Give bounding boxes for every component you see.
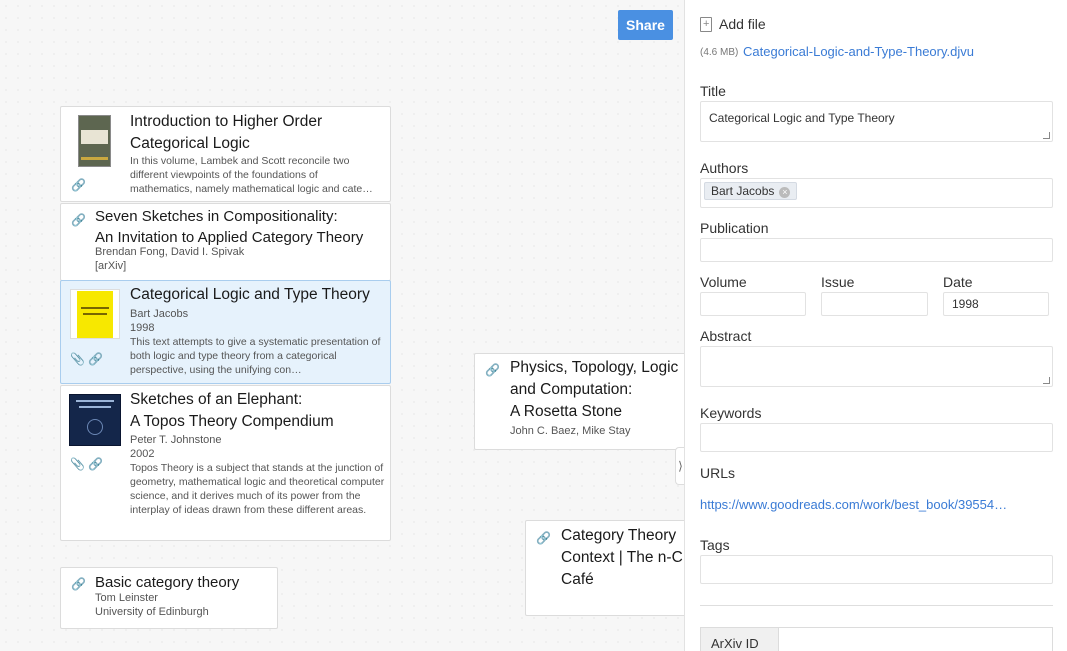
link-icon[interactable]: 🔗: [71, 214, 86, 226]
url-link[interactable]: https://www.goodreads.com/work/best_book…: [700, 497, 1007, 512]
link-icon[interactable]: 🔗: [88, 458, 103, 470]
card-title: Seven Sketches in Compositionality: An I…: [95, 208, 364, 246]
card-source: University of Edinburgh: [95, 606, 209, 618]
card-category-theory-cafe[interactable]: 🔗 Category Theory Context | The n-C Café: [525, 520, 684, 616]
panel-collapse-handle[interactable]: ⟩: [675, 447, 684, 485]
reading-canvas[interactable]: Share Introduction to Higher Order Categ…: [0, 0, 684, 651]
arxiv-id-label: ArXiv ID: [700, 627, 779, 651]
attachment-icon[interactable]: 📎: [70, 353, 85, 365]
card-title: Categorical Logic and Type Theory: [130, 286, 370, 303]
date-label: Date: [943, 274, 973, 290]
details-panel: Add file (4.6 MB) Categorical-Logic-and-…: [684, 0, 1067, 651]
publication-field[interactable]: [700, 238, 1053, 262]
share-button[interactable]: Share: [618, 10, 673, 40]
card-title: Category Theory Context | The n-C Café: [561, 527, 683, 588]
issue-label: Issue: [821, 274, 855, 290]
divider: [700, 605, 1053, 606]
card-title: Physics, Topology, Logic and Computation…: [510, 359, 679, 420]
card-abstract: In this volume, Lambek and Scott reconci…: [130, 155, 373, 195]
card-title: Basic category theory: [95, 574, 240, 591]
card-abstract: Topos Theory is a subject that stands at…: [130, 462, 385, 516]
card-authors: Brendan Fong, David I. Spivak: [95, 246, 245, 258]
tags-field[interactable]: [700, 555, 1053, 584]
title-field[interactable]: Categorical Logic and Type Theory: [700, 101, 1053, 142]
card-basic-category-theory[interactable]: 🔗 Basic category theory Tom Leinster Uni…: [60, 567, 278, 629]
link-icon[interactable]: 🔗: [536, 532, 551, 544]
volume-field[interactable]: [700, 292, 806, 316]
volume-label: Volume: [700, 274, 747, 290]
keywords-field[interactable]: [700, 423, 1053, 452]
authors-label: Authors: [700, 160, 749, 176]
resize-handle[interactable]: [1043, 132, 1050, 139]
card-categorical-logic-type-theory[interactable]: Categorical Logic and Type Theory Bart J…: [60, 280, 391, 384]
link-icon[interactable]: 🔗: [71, 578, 86, 590]
date-field[interactable]: 1998: [943, 292, 1049, 316]
keywords-label: Keywords: [700, 405, 762, 421]
book-cover-thumbnail: [69, 394, 121, 446]
tags-label: Tags: [700, 537, 730, 553]
link-icon[interactable]: 🔗: [71, 179, 86, 191]
title-label: Title: [700, 83, 726, 99]
card-year: 2002: [130, 448, 155, 460]
card-title: Introduction to Higher Order Categorical…: [130, 113, 323, 152]
add-file-button[interactable]: Add file: [700, 16, 766, 32]
urls-label: URLs: [700, 465, 736, 481]
card-authors: John C. Baez, Mike Stay: [510, 425, 631, 437]
abstract-label: Abstract: [700, 328, 752, 344]
card-sketches-elephant[interactable]: Sketches of an Elephant: A Topos Theory …: [60, 385, 391, 541]
attachment-icon[interactable]: 📎: [70, 458, 85, 470]
link-icon[interactable]: 🔗: [88, 353, 103, 365]
book-cover-thumbnail: [78, 115, 111, 167]
card-source: [arXiv]: [95, 260, 127, 272]
card-title: Sketches of an Elephant: A Topos Theory …: [130, 391, 334, 430]
card-abstract: This text attempts to give a systematic …: [130, 336, 381, 376]
link-icon[interactable]: 🔗: [485, 364, 500, 376]
card-authors: Peter T. Johnstone: [130, 434, 222, 446]
book-cover-thumbnail: [70, 289, 120, 339]
abstract-field[interactable]: [700, 346, 1053, 387]
card-physics-topology[interactable]: 🔗 Physics, Topology, Logic and Computati…: [474, 353, 684, 450]
card-authors: Bart Jacobs: [130, 308, 189, 320]
resize-handle[interactable]: [1043, 377, 1050, 384]
card-intro-higher-order[interactable]: Introduction to Higher Order Categorical…: [60, 106, 391, 202]
remove-author-icon[interactable]: ×: [779, 187, 791, 198]
arxiv-id-field[interactable]: [778, 627, 1053, 651]
add-file-icon: [700, 17, 712, 32]
file-size: (4.6 MB): [700, 47, 739, 58]
publication-label: Publication: [700, 220, 769, 236]
issue-field[interactable]: [821, 292, 928, 316]
author-chip[interactable]: Bart Jacobs ×: [704, 182, 798, 200]
card-year: 1998: [130, 322, 155, 334]
card-seven-sketches[interactable]: 🔗 Seven Sketches in Compositionality: An…: [60, 203, 391, 281]
card-authors: Tom Leinster: [95, 592, 158, 604]
attached-file-link[interactable]: Categorical-Logic-and-Type-Theory.djvu: [743, 44, 974, 59]
